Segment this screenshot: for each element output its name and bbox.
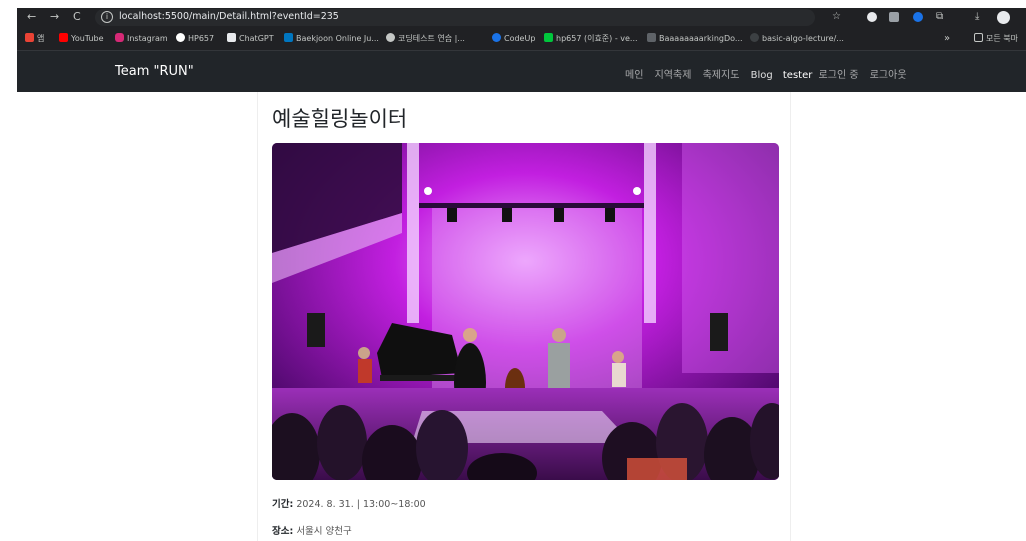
back-icon[interactable]: ← [27, 9, 36, 25]
nav-local-festival[interactable]: 지역축제 [655, 70, 692, 81]
extensions-puzzle-icon[interactable]: ⧉ [936, 11, 943, 23]
apps-grid-icon [25, 33, 34, 42]
bookmark-hp657[interactable]: HP657 [176, 33, 214, 45]
bookmark-star-icon[interactable]: ☆ [832, 11, 841, 23]
forward-icon[interactable]: → [50, 9, 59, 25]
event-period: 기간: 2024. 8. 31. | 13:00~18:00 [272, 496, 426, 510]
period-label: 기간: [272, 499, 294, 510]
site-navbar: Team "RUN" 메인 지역축제 축제지도 Blog tester 로그인 … [17, 51, 1026, 92]
bookmark-instagram[interactable]: Instagram [115, 33, 168, 45]
extension-check-icon[interactable] [913, 12, 923, 22]
github-icon [750, 33, 759, 42]
programmers-icon [386, 33, 395, 42]
baekjoon-icon [284, 33, 293, 42]
nav-links: 메인 지역축제 축제지도 Blog tester 로그인 중 로그아웃 [625, 66, 915, 81]
url-text: localhost:5500/main/Detail.html?eventId=… [119, 11, 339, 22]
nav-username: tester [782, 70, 813, 81]
bookmark-apps[interactable]: 앱 [25, 33, 44, 45]
period-value: 2024. 8. 31. | 13:00~18:00 [296, 499, 426, 510]
event-place: 장소: 서울시 양천구 [272, 523, 352, 537]
bookmark-codeup[interactable]: CodeUp [492, 33, 535, 45]
profile-avatar-icon[interactable] [997, 11, 1010, 24]
chatgpt-icon [227, 33, 236, 42]
youtube-icon [59, 33, 68, 42]
bookmarks-bar: 앱 YouTube Instagram HP657 ChatGPT Baekjo… [17, 27, 1026, 51]
site-brand[interactable]: Team "RUN" [115, 64, 194, 79]
download-icon[interactable]: ⤓ [975, 11, 979, 23]
nav-blog[interactable]: Blog [751, 70, 773, 81]
bookmark-velog[interactable]: hp657 (이효준) - ve... [544, 33, 638, 45]
address-bar[interactable]: i localhost:5500/main/Detail.html?eventI… [95, 9, 815, 26]
nav-logout[interactable]: 로그아웃 [870, 70, 907, 81]
event-photo [272, 143, 779, 480]
bookmark-barkingdog[interactable]: BaaaaaaaarkingDo... [647, 33, 743, 45]
bookmark-baekjoon[interactable]: Baekjoon Online Ju... [284, 33, 379, 45]
place-label: 장소: [272, 526, 294, 537]
velog-icon [544, 33, 553, 42]
nav-main[interactable]: 메인 [625, 70, 643, 81]
bookmark-coding-test[interactable]: 코딩테스트 연습 |... [386, 33, 465, 45]
browser-toolbar: ← → C i localhost:5500/main/Detail.html?… [17, 8, 1026, 27]
bookmark-chatgpt[interactable]: ChatGPT [227, 33, 274, 45]
site-info-icon[interactable]: i [101, 11, 113, 23]
extension-icon[interactable] [867, 12, 877, 22]
instagram-icon [115, 33, 124, 42]
folder-icon [974, 33, 983, 42]
bookmarks-overflow-button[interactable]: » [944, 33, 950, 45]
reload-icon[interactable]: C [73, 9, 81, 25]
bookmark-basic-algo[interactable]: basic-algo-lecture/... [750, 33, 844, 45]
browser-window: ← → C i localhost:5500/main/Detail.html?… [17, 8, 1026, 541]
github-icon [176, 33, 185, 42]
event-title: 예술힐링놀이터 [272, 107, 408, 131]
nav-festival-map[interactable]: 축제지도 [703, 70, 740, 81]
nav-login-status: 로그인 중 [818, 70, 859, 81]
all-bookmarks-folder[interactable]: 모든 북마 [974, 33, 1018, 45]
codeup-icon [492, 33, 501, 42]
extension-icon[interactable] [889, 12, 899, 22]
event-detail-card: 예술힐링놀이터 기간: 2024. 8. 31. | 13:00~18:00 장… [257, 92, 791, 541]
place-value: 서울시 양천구 [296, 526, 352, 537]
blog-icon [647, 33, 656, 42]
bookmark-youtube[interactable]: YouTube [59, 33, 104, 45]
